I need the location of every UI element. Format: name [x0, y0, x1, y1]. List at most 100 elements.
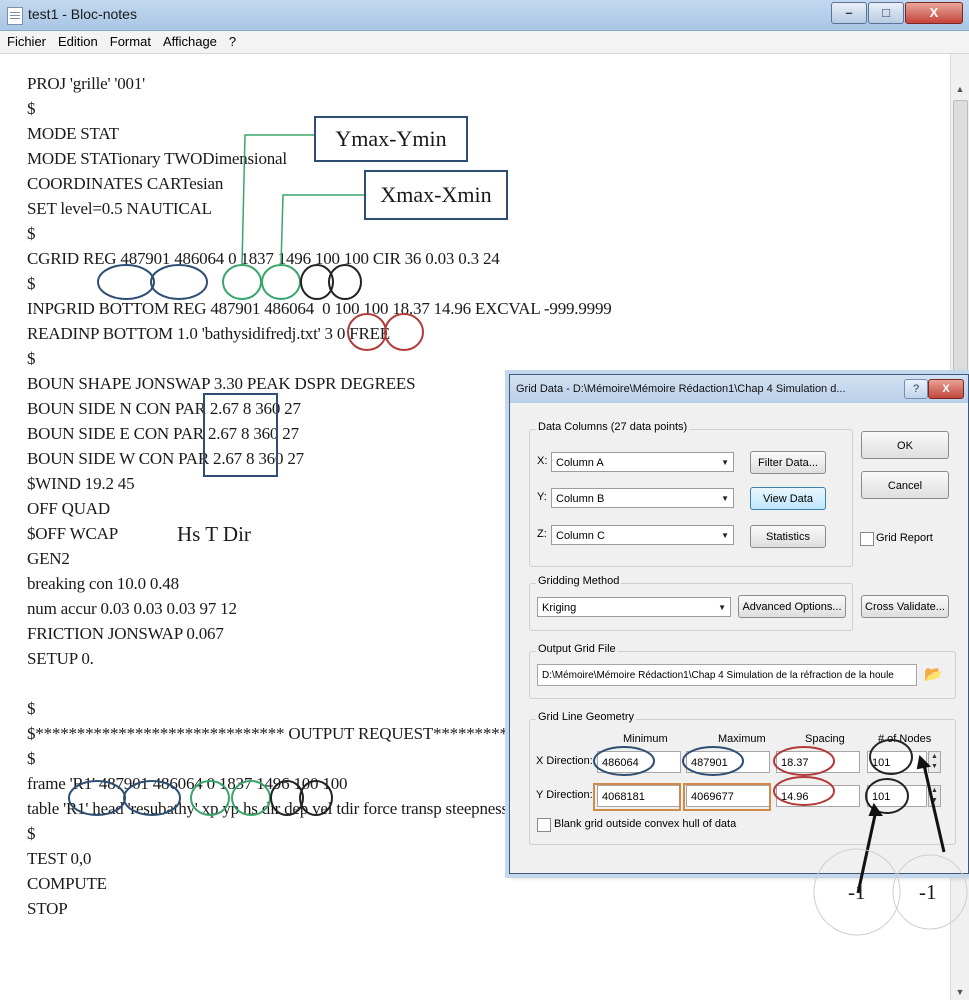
text-line: $	[27, 99, 36, 118]
ok-button[interactable]: OK	[861, 431, 949, 459]
text-line: num accur 0.03 0.03 0.03 97 12	[27, 599, 237, 618]
scroll-up-arrow-icon[interactable]: ▲	[951, 84, 969, 94]
text-line: frame 'R1' 487901 486064 0 1837 1496 100…	[27, 774, 348, 793]
blank-grid-checkbox[interactable]	[537, 818, 551, 832]
gridding-method-select[interactable]: Kriging ▼	[537, 597, 731, 617]
y-spacing-input[interactable]: 14.96	[776, 785, 860, 807]
text-line: GEN2	[27, 549, 70, 568]
text-line: BOUN SHAPE JONSWAP 3.30 PEAK DSPR DEGREE…	[27, 374, 416, 393]
statistics-button[interactable]: Statistics	[750, 525, 826, 548]
text-line: SET level=0.5 NAUTICAL	[27, 199, 212, 218]
cancel-button[interactable]: Cancel	[861, 471, 949, 499]
text-line: BOUN SIDE E CON PAR 2.67 8 360 27	[27, 424, 299, 443]
text-line: $	[27, 349, 36, 368]
text-line: CGRID REG 487901 486064 0 1837 1496 100 …	[27, 249, 500, 268]
menu-edition[interactable]: Edition	[51, 31, 103, 53]
grid-report-checkbox[interactable]	[860, 532, 874, 546]
text-line: table 'R1' head 'resubathy' xp yp hs dir…	[27, 799, 589, 818]
minimize-button[interactable]: –	[831, 2, 867, 24]
annotation-hs-t-dir: Hs T Dir	[177, 522, 251, 546]
window-title: test1 - Bloc-notes	[28, 6, 137, 22]
y-nodes-spinner-icon[interactable]: ▲ ▼	[928, 785, 941, 807]
x-column-value: Column A	[556, 457, 604, 469]
text-line: MODE STATionary TWODimensional	[27, 149, 287, 168]
scroll-down-arrow-icon[interactable]: ▼	[951, 987, 969, 997]
text-line: $	[27, 274, 36, 293]
y-nodes-input[interactable]: 101	[867, 785, 927, 807]
maximize-button[interactable]: □	[868, 2, 904, 24]
notepad-title-bar: test1 - Bloc-notes – □ X	[0, 0, 969, 31]
dialog-title-bar: Grid Data - D:\Mémoire\Mémoire Rédaction…	[510, 375, 968, 403]
view-data-button[interactable]: View Data	[750, 487, 826, 510]
x-maximum-input[interactable]: 487901	[686, 751, 770, 773]
menu-bar: Fichier Edition Format Affichage ?	[0, 31, 969, 54]
text-line: BOUN SIDE W CON PAR 2.67 8 360 27	[27, 449, 304, 468]
x-column-select[interactable]: Column A ▼	[551, 452, 734, 472]
text-line: PROJ 'grille' '001'	[27, 74, 146, 93]
x-nodes-input[interactable]: 101	[867, 751, 927, 773]
text-line: $	[27, 824, 36, 843]
menu-help[interactable]: ?	[222, 31, 241, 53]
text-line: BOUN SIDE N CON PAR 2.67 8 360 27	[27, 399, 301, 418]
annotation-minus-one-a: -1	[848, 880, 866, 904]
text-line: $WIND 19.2 45	[27, 474, 135, 493]
y-column-value: Column B	[556, 493, 605, 505]
notepad-icon	[7, 7, 23, 25]
y-column-select[interactable]: Column B ▼	[551, 488, 734, 508]
text-line: INPGRID BOTTOM REG 487901 486064 0 100 1…	[27, 299, 612, 318]
menu-fichier[interactable]: Fichier	[0, 31, 51, 53]
advanced-options-button[interactable]: Advanced Options...	[738, 595, 846, 618]
x-label: X:	[537, 455, 548, 467]
help-button[interactable]: ?	[904, 379, 928, 399]
cross-validate-button[interactable]: Cross Validate...	[861, 595, 949, 618]
text-line: $	[27, 699, 36, 718]
text-line: $OFF WCAP	[27, 524, 118, 543]
maximum-header: Maximum	[718, 733, 766, 745]
close-button[interactable]: X	[905, 2, 963, 24]
folder-open-icon[interactable]: 📂	[924, 665, 943, 683]
y-minimum-input[interactable]: 4068181	[597, 785, 681, 807]
chevron-down-icon: ▼	[721, 531, 729, 540]
text-line: $	[27, 224, 36, 243]
grid-report-label: Grid Report	[876, 532, 933, 544]
filter-data-button[interactable]: Filter Data...	[750, 451, 826, 474]
gridding-method-label: Gridding Method	[536, 575, 622, 587]
text-line: COORDINATES CARTesian	[27, 174, 224, 193]
y-maximum-input[interactable]: 4069677	[686, 785, 770, 807]
text-line: MODE STAT	[27, 124, 119, 143]
gridding-method-value: Kriging	[542, 602, 577, 614]
chevron-down-icon: ▼	[718, 603, 726, 612]
dialog-close-button[interactable]: X	[928, 379, 964, 399]
text-line: COMPUTE	[27, 874, 107, 893]
z-column-select[interactable]: Column C ▼	[551, 525, 734, 545]
text-line: SETUP 0.	[27, 649, 94, 668]
annotation-ymax-ymin: Ymax-Ymin	[314, 116, 468, 162]
text-line: $	[27, 749, 36, 768]
text-line: FRICTION JONSWAP 0.067	[27, 624, 224, 643]
spacing-header: Spacing	[805, 733, 845, 745]
chevron-down-icon: ▼	[721, 458, 729, 467]
window-controls: – □ X	[830, 2, 963, 24]
output-grid-file-input[interactable]: D:\Mémoire\Mémoire Rédaction1\Chap 4 Sim…	[537, 664, 917, 686]
text-line: STOP	[27, 899, 68, 918]
blank-grid-label: Blank grid outside convex hull of data	[554, 818, 737, 830]
z-column-value: Column C	[556, 530, 605, 542]
text-line: TEST 0,0	[27, 849, 92, 868]
annotation-xmax-xmin: Xmax-Xmin	[364, 170, 508, 220]
z-label: Z:	[537, 528, 547, 540]
x-minimum-input[interactable]: 486064	[597, 751, 681, 773]
x-direction-label: X Direction:	[536, 755, 593, 767]
menu-affichage[interactable]: Affichage	[156, 31, 222, 53]
x-spacing-input[interactable]: 18.37	[776, 751, 860, 773]
menu-format[interactable]: Format	[103, 31, 156, 53]
y-label: Y:	[537, 491, 547, 503]
minimum-header: Minimum	[623, 733, 668, 745]
nodes-header: # of Nodes	[878, 733, 932, 745]
text-line: OFF QUAD	[27, 499, 110, 518]
text-line: breaking con 10.0 0.48	[27, 574, 179, 593]
grid-data-dialog: Grid Data - D:\Mémoire\Mémoire Rédaction…	[509, 374, 969, 874]
annotation-minus-one-b: -1	[919, 880, 937, 904]
text-line: READINP BOTTOM 1.0 'bathysidifredj.txt' …	[27, 324, 390, 343]
y-direction-label: Y Direction:	[536, 789, 593, 801]
x-nodes-spinner-icon[interactable]: ▲ ▼	[928, 751, 941, 773]
